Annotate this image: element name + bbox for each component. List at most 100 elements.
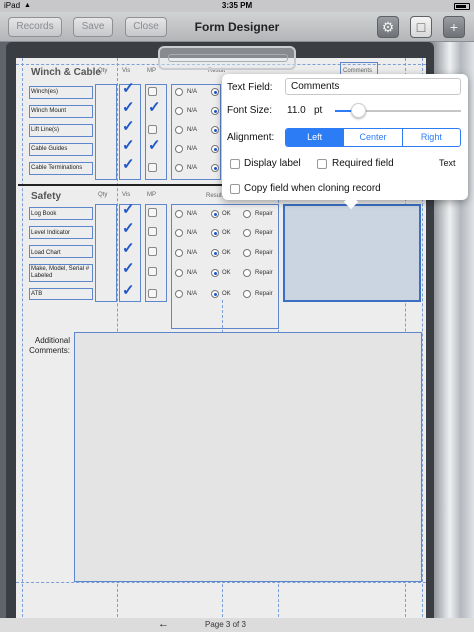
option-label-na: N/A	[187, 270, 198, 276]
radio-ok[interactable]	[211, 210, 219, 218]
copy-field-text: Copy field when cloning record	[244, 183, 381, 194]
vis-checkmark[interactable]: ✓	[122, 261, 135, 276]
page-indicator: Page 3 of 3	[205, 620, 246, 629]
records-button[interactable]: Records	[8, 17, 62, 37]
document-icon[interactable]: □	[410, 16, 432, 38]
vis-checkmark[interactable]: ✓	[122, 157, 135, 172]
option-label-na: N/A	[187, 230, 198, 236]
radio-repair[interactable]	[243, 229, 251, 237]
row-label-cable-guides: Cable Guides	[31, 146, 68, 152]
radio-repair[interactable]	[243, 269, 251, 277]
column-header-vis: Vis	[122, 68, 131, 74]
font-size-value: 11.0	[287, 105, 306, 116]
option-label-na: N/A	[187, 127, 198, 133]
qty-column-field[interactable]	[95, 84, 117, 180]
mp-checkbox[interactable]	[148, 208, 157, 217]
radio-ok[interactable]	[211, 88, 219, 96]
option-label-na: N/A	[187, 165, 198, 171]
radio-ok[interactable]	[211, 229, 219, 237]
column-header-qty-2: Qty	[98, 192, 108, 198]
vis-checkmark[interactable]: ✓	[122, 81, 135, 96]
battery-icon	[454, 3, 470, 10]
radio-repair[interactable]	[243, 210, 251, 218]
gear-icon[interactable]: ⚙	[377, 16, 399, 38]
option-label-ok: OK	[222, 211, 231, 217]
mp-checkbox[interactable]	[148, 227, 157, 236]
guide-line	[22, 58, 23, 632]
radio-na[interactable]	[175, 107, 183, 115]
option-label-ok: OK	[222, 270, 231, 276]
font-size-slider-knob[interactable]	[350, 103, 366, 118]
mp-checkmark[interactable]: ✓	[148, 100, 161, 115]
vis-checkmark[interactable]: ✓	[122, 100, 135, 115]
radio-na[interactable]	[175, 290, 183, 298]
radio-repair[interactable]	[243, 249, 251, 257]
radio-na[interactable]	[175, 145, 183, 153]
navigation-bar: Form Designer Records Save Close ⚙ □ +	[0, 12, 474, 42]
option-label-na: N/A	[187, 291, 198, 297]
option-label-na: N/A	[187, 108, 198, 114]
radio-ok[interactable]	[211, 269, 219, 277]
option-label-na: N/A	[187, 211, 198, 217]
radio-na[interactable]	[175, 269, 183, 277]
radio-ok[interactable]	[211, 145, 219, 153]
mp-checkbox[interactable]	[148, 267, 157, 276]
radio-ok[interactable]	[211, 249, 219, 257]
radio-na[interactable]	[175, 229, 183, 237]
alignment-label: Alignment:	[227, 132, 275, 143]
column-header-result-2: Result	[206, 193, 224, 199]
section-title-safety: Safety	[31, 191, 62, 202]
row-label-log-book: Log Book	[31, 211, 57, 217]
qty-column-field[interactable]	[95, 204, 117, 302]
vis-checkmark[interactable]: ✓	[122, 221, 135, 236]
radio-na[interactable]	[175, 249, 183, 257]
mp-checkbox[interactable]	[148, 163, 157, 172]
option-label-na: N/A	[187, 146, 198, 152]
column-header-mp: MP	[147, 68, 156, 74]
radio-na[interactable]	[175, 88, 183, 96]
selected-comments-field[interactable]	[283, 204, 421, 302]
radio-ok[interactable]	[211, 164, 219, 172]
additional-comments-field[interactable]	[74, 332, 422, 582]
vis-checkmark[interactable]: ✓	[122, 283, 135, 298]
save-button[interactable]: Save	[73, 17, 113, 37]
previous-page-arrow-icon[interactable]: ←	[158, 617, 169, 631]
status-time: 3:35 PM	[221, 1, 253, 10]
row-label-atb: ATB	[31, 291, 43, 297]
close-button[interactable]: Close	[125, 17, 167, 37]
radio-na[interactable]	[175, 164, 183, 172]
radio-ok[interactable]	[211, 107, 219, 115]
text-field-input[interactable]: Comments	[285, 78, 461, 95]
required-field-checkbox[interactable]	[317, 159, 327, 169]
mp-checkbox[interactable]	[148, 247, 157, 256]
vis-checkmark[interactable]: ✓	[122, 241, 135, 256]
mp-checkbox[interactable]	[148, 289, 157, 298]
row-label-winch-mount: Winch Mount	[31, 108, 67, 114]
plus-icon[interactable]: +	[443, 16, 465, 38]
radio-na[interactable]	[175, 210, 183, 218]
vis-checkmark[interactable]: ✓	[122, 202, 135, 217]
alignment-left-button[interactable]: Left	[286, 129, 345, 146]
display-label-checkbox[interactable]	[230, 159, 240, 169]
copy-field-checkbox[interactable]	[230, 184, 240, 194]
alignment-segmented-control[interactable]: Left Center Right	[285, 128, 461, 147]
option-label-repair: Repair	[255, 291, 273, 297]
mp-checkbox[interactable]	[148, 87, 157, 96]
radio-na[interactable]	[175, 126, 183, 134]
radio-ok[interactable]	[211, 290, 219, 298]
result-column-field[interactable]	[171, 204, 279, 329]
mp-checkbox[interactable]	[148, 125, 157, 134]
option-label-ok: OK	[222, 291, 231, 297]
column-header-vis-2: Vis	[122, 192, 131, 198]
row-label-lift-lines: Lift Line(s)	[31, 127, 60, 133]
radio-repair[interactable]	[243, 290, 251, 298]
page-title: Form Designer	[194, 20, 280, 34]
clipboard-clip	[158, 46, 296, 70]
font-size-label: Font Size:	[227, 105, 273, 116]
mp-checkmark[interactable]: ✓	[148, 138, 161, 153]
alignment-center-button[interactable]: Center	[344, 129, 403, 146]
alignment-right-button[interactable]: Right	[403, 129, 460, 146]
vis-checkmark[interactable]: ✓	[122, 119, 135, 134]
vis-checkmark[interactable]: ✓	[122, 138, 135, 153]
radio-ok[interactable]	[211, 126, 219, 134]
